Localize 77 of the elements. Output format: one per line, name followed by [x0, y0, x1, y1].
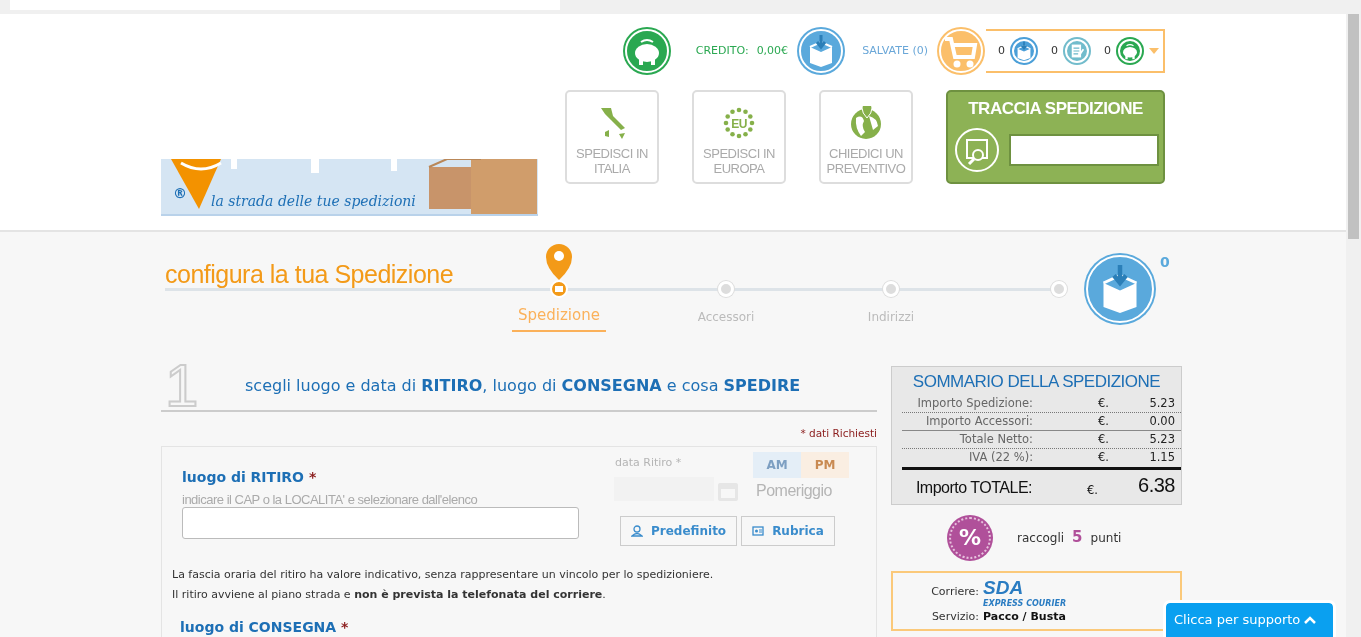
step-marker[interactable]	[883, 281, 899, 297]
cart-icon	[936, 26, 986, 76]
address-button[interactable]: Rubrica	[741, 515, 835, 546]
summary-label: Importo Accessori:	[924, 412, 1034, 430]
pickup-label: luogo di RITIRO *	[182, 467, 317, 487]
progress-title: configura la tua Spedizione	[165, 259, 454, 290]
saved-link[interactable]: SALVATE (0)	[862, 42, 928, 60]
step-label[interactable]: Indirizzi	[841, 308, 941, 326]
summary-amount: 5.23	[1148, 394, 1175, 412]
tracking-title: TRACCIA SPEDIZIONE	[968, 98, 1143, 120]
step-marker[interactable]	[544, 242, 574, 298]
nav-button[interactable]: EU SPEDISCI IN EUROPA	[692, 90, 786, 184]
address-button[interactable]: Predefinito	[620, 515, 738, 546]
pickup-field[interactable]	[182, 506, 579, 539]
period-text: Pomeriggio	[756, 480, 832, 501]
box-icon	[1009, 36, 1039, 66]
contact-card-icon	[752, 524, 765, 537]
currency-sign: €.	[1097, 394, 1110, 412]
nav-button[interactable]: SPEDISCI IN ITALIA	[565, 90, 659, 184]
total-amount: 6.38	[1137, 472, 1175, 498]
summary-title: SOMMARIO DELLA SPEDIZIONE	[911, 371, 1162, 393]
globe-pin-icon	[849, 105, 883, 140]
cart-count: 0	[1051, 42, 1058, 59]
summary-amount: 5.23	[1148, 431, 1175, 448]
piggy-bank-icon	[621, 26, 672, 76]
summary-label: IVA (22 %):	[967, 449, 1034, 467]
carrier-logo-text: SDA	[983, 575, 1024, 599]
box-icon	[1083, 252, 1157, 326]
user-icon	[631, 524, 643, 537]
required-asterisk-text: *	[341, 618, 349, 635]
cart-count: 0	[998, 42, 1005, 59]
points-value: 5	[1072, 527, 1083, 549]
step-marker[interactable]	[718, 281, 734, 297]
service-label: Servizio:	[930, 609, 980, 626]
summary-label: Totale Netto:	[958, 431, 1034, 448]
box-count: 0	[1160, 253, 1170, 272]
chevron-up-icon	[1304, 615, 1317, 625]
step-label[interactable]: Spedizione	[512, 304, 606, 332]
registered-mark: ®	[173, 184, 187, 203]
note-text: La fascia oraria del ritiro ha valore indicativo, senza rappresentare un vincolo per lo spedizioniere.	[172, 566, 714, 583]
step-label[interactable]: Accessori	[676, 308, 776, 326]
logo-tagline: la strada delle tue spedizioni	[211, 192, 416, 211]
credit-label: CREDITO:	[695, 42, 749, 59]
total-label: Importo TOTALE:	[914, 477, 1032, 498]
nav-button[interactable]: CHIEDICI UN PREVENTIVO	[819, 90, 913, 184]
section-heading: scegli luogo e data di RITIRO, luogo di CONSEGNA e cosa SPEDIRE	[245, 375, 801, 397]
caret-icon	[1149, 47, 1159, 55]
required-note: * dati Richiesti	[799, 426, 877, 441]
currency-sign: €.	[1086, 482, 1099, 500]
cart-panel[interactable]: 0 0 0	[986, 29, 1165, 73]
discount-badge: %	[947, 514, 993, 561]
summary-amount: 0.00	[1148, 412, 1175, 430]
delivery-label: luogo di CONSEGNA *	[180, 617, 349, 637]
carrier-logo-subtitle: EXPRESS COURIER	[983, 599, 1068, 610]
summary-amount: 1.15	[1148, 449, 1175, 467]
tracking-field[interactable]	[1008, 133, 1159, 166]
points-text: raccogli	[1017, 529, 1065, 547]
cart-count: 0	[1104, 42, 1111, 59]
currency-sign: €.	[1097, 412, 1110, 430]
pickup-hint: indicare il CAP o la LOCALITA' e selezionare dall'elenco	[182, 490, 478, 509]
currency-sign: €.	[1097, 431, 1110, 448]
credit-value: 0,00€	[756, 42, 789, 59]
carrier-label: Corriere:	[930, 584, 980, 601]
summary-label: Importo Spedizione:	[916, 394, 1034, 412]
points-text: punti	[1090, 529, 1122, 547]
required-asterisk-text: *	[308, 468, 317, 485]
piggy-bank-icon	[1115, 36, 1145, 66]
step-pin-icon	[544, 242, 574, 298]
scrollbar[interactable]	[1346, 0, 1361, 637]
currency-sign: €.	[1097, 449, 1110, 467]
support-button[interactable]: Clicca per supporto	[1166, 603, 1333, 637]
notepad-icon	[1062, 36, 1092, 66]
box-search-icon	[952, 125, 1001, 174]
box-icon	[796, 26, 847, 76]
date-label: data Ritiro *	[615, 454, 682, 471]
note-text: Il ritiro avviene al piano strada e non è prevista la telefonata del corriere.	[172, 586, 606, 603]
step-marker[interactable]	[1051, 281, 1067, 297]
